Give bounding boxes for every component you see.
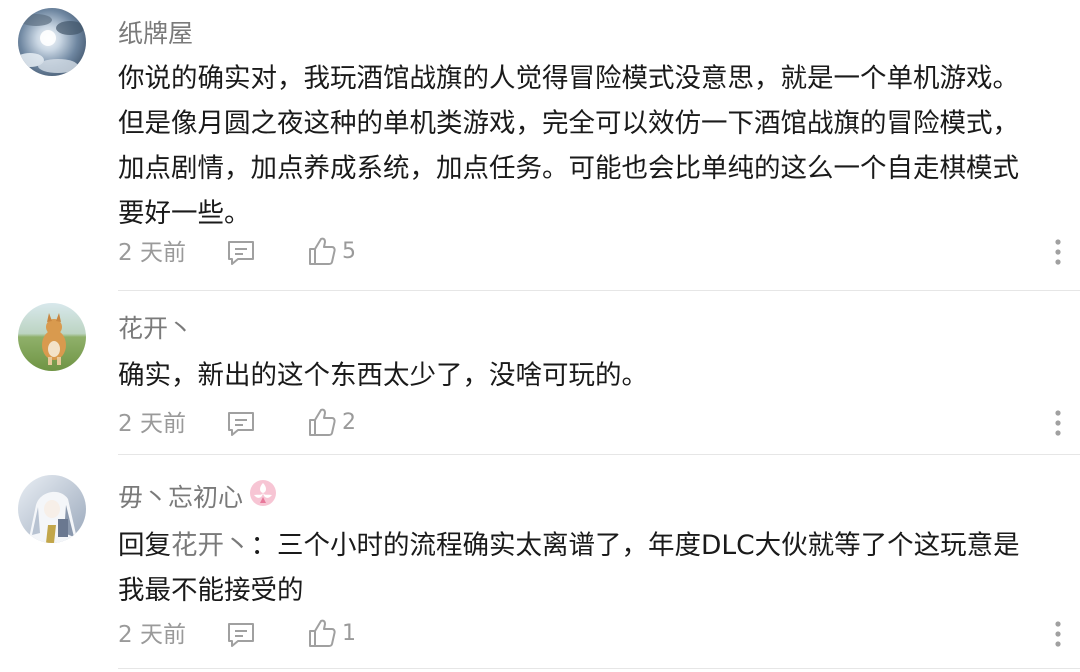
reply-to-username[interactable]: 花开丶 — [171, 530, 251, 561]
comment-meta: 2 天前 5 — [118, 236, 1063, 272]
username-text: 毋丶忘初心 — [118, 483, 244, 512]
thumbs-up-icon — [309, 619, 336, 647]
comment-list: 纸牌屋 你说的确实对，我玩酒馆战旗的人觉得冒险模式没意思，就是一个单机游戏。 但… — [0, 0, 1080, 672]
comment-text-line: 你说的确实对，我玩酒馆战旗的人觉得冒险模式没意思，就是一个单机游戏。 — [118, 63, 1019, 94]
comment-meta: 2 天前 1 — [118, 618, 1063, 654]
username[interactable]: 纸牌屋 — [118, 17, 193, 51]
comment-text-line: 确实，新出的这个东西太少了，没啥可玩的。 — [118, 360, 648, 391]
reply-button[interactable] — [226, 409, 256, 439]
pink-badge-icon — [249, 479, 277, 516]
vertical-ellipsis-icon — [1055, 621, 1061, 647]
comment-text-line: 但是像月圆之夜这种的单机类游戏，完全可以效仿一下酒馆战旗的冒险模式， — [118, 108, 1019, 139]
thumbs-up-icon — [309, 408, 336, 436]
comment-bubble-icon — [228, 241, 254, 265]
corgi-dog-avatar-image — [18, 303, 86, 371]
vertical-ellipsis-icon — [1055, 239, 1061, 265]
more-options-button[interactable] — [1053, 618, 1063, 650]
divider — [118, 668, 1080, 669]
comment-text-line: 我最不能接受的 — [118, 575, 304, 606]
comment-bubble-icon — [228, 623, 254, 647]
comment-text: 回复花开丶：三个小时的流程确实太离谱了，年度DLC大伙就等了个这玩意是 我最不能… — [118, 523, 1058, 613]
like-button[interactable]: 2 — [308, 407, 356, 439]
sky-clouds-avatar-image — [18, 8, 86, 76]
comment-text-line: 要好一些。 — [118, 198, 251, 229]
timestamp: 2 天前 — [118, 411, 186, 437]
username[interactable]: 毋丶忘初心 — [118, 479, 277, 516]
timestamp: 2 天前 — [118, 622, 186, 648]
reply-button[interactable] — [226, 238, 256, 268]
timestamp: 2 天前 — [118, 240, 186, 266]
reply-text: ：三个小时的流程确实太离谱了，年度DLC大伙就等了个这玩意是 — [250, 530, 1020, 561]
comment-item: 纸牌屋 你说的确实对，我玩酒馆战旗的人觉得冒险模式没意思，就是一个单机游戏。 但… — [0, 0, 1080, 295]
vertical-ellipsis-icon — [1055, 410, 1061, 436]
divider — [118, 290, 1080, 291]
like-count: 2 — [342, 410, 356, 435]
like-count: 1 — [342, 621, 356, 646]
avatar[interactable] — [18, 475, 86, 543]
reply-prefix: 回复 — [118, 530, 171, 561]
comment-bubble-icon — [228, 412, 254, 436]
comment-text: 确实，新出的这个东西太少了，没啥可玩的。 — [118, 353, 1058, 398]
like-count: 5 — [342, 239, 356, 264]
comment-item: 毋丶忘初心 回复花开丶：三个小时的流程确实太离谱了，年度DLC大伙就等了个这玩意… — [0, 455, 1080, 672]
more-options-button[interactable] — [1053, 407, 1063, 439]
comment-item: 花开丶 确实，新出的这个东西太少了，没啥可玩的。 2 天前 2 — [0, 295, 1080, 455]
reply-button[interactable] — [226, 620, 256, 650]
username[interactable]: 花开丶 — [118, 312, 193, 346]
comment-text-line: 回复花开丶：三个小时的流程确实太离谱了，年度DLC大伙就等了个这玩意是 — [118, 523, 1058, 568]
anime-character-avatar-image — [18, 475, 86, 543]
like-button[interactable]: 5 — [308, 236, 356, 268]
comment-text: 你说的确实对，我玩酒馆战旗的人觉得冒险模式没意思，就是一个单机游戏。 但是像月圆… — [118, 56, 1058, 236]
avatar[interactable] — [18, 8, 86, 76]
avatar[interactable] — [18, 303, 86, 371]
like-button[interactable]: 1 — [308, 618, 356, 650]
more-options-button[interactable] — [1053, 236, 1063, 268]
comment-meta: 2 天前 2 — [118, 407, 1063, 443]
thumbs-up-icon — [309, 237, 336, 265]
comment-text-line: 加点剧情，加点养成系统，加点任务。可能也会比单纯的这么一个自走棋模式 — [118, 153, 1019, 184]
